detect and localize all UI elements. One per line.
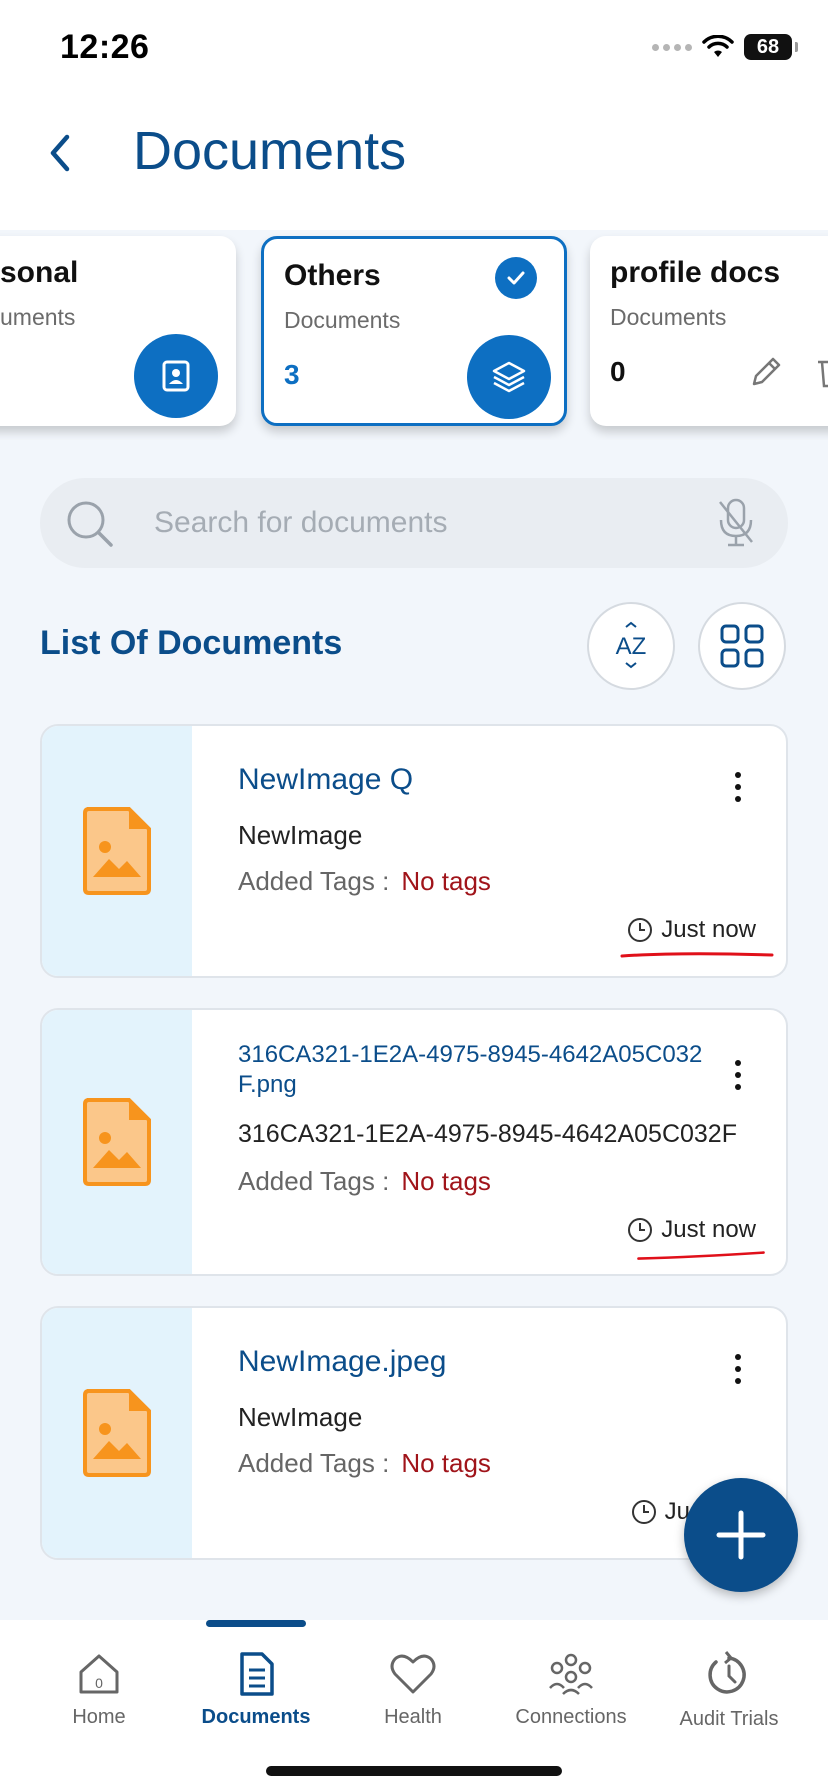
- status-time: 12:26: [60, 28, 150, 66]
- back-button[interactable]: [34, 128, 84, 178]
- tab-documents[interactable]: Documents: [181, 1650, 331, 1729]
- edit-folder-button[interactable]: [746, 352, 786, 392]
- plus-icon: [716, 1510, 766, 1560]
- image-file-icon: [83, 1389, 151, 1477]
- folder-name: Others: [284, 259, 381, 292]
- document-card[interactable]: NewImage Q NewImage Added Tags : No tags …: [40, 724, 788, 978]
- more-options-icon[interactable]: [720, 1344, 756, 1394]
- search-bar[interactable]: [40, 478, 788, 568]
- tags-label: Added Tags :: [238, 1448, 390, 1478]
- clock-icon: [631, 1500, 656, 1524]
- tab-health[interactable]: Health: [338, 1650, 488, 1729]
- folder-carousel[interactable]: sonal uments Others Documents 3 profile …: [0, 230, 828, 440]
- folder-card-others[interactable]: Others Documents 3: [261, 236, 567, 426]
- folder-subtitle: Documents: [284, 307, 401, 333]
- delete-folder-button[interactable]: [812, 352, 828, 392]
- folder-count: 3: [284, 359, 300, 390]
- document-timestamp: Ju: [631, 1498, 690, 1526]
- tab-label: Documents: [201, 1706, 311, 1728]
- folder-name: profile docs: [610, 256, 781, 289]
- svg-text:0: 0: [95, 1675, 103, 1691]
- check-icon: [495, 257, 537, 299]
- clock-icon: [628, 918, 653, 942]
- wifi-icon: [702, 35, 734, 57]
- add-document-button[interactable]: [684, 1478, 798, 1592]
- tab-home[interactable]: 0 Home: [24, 1650, 174, 1729]
- red-underline-annotation: [637, 1251, 765, 1260]
- tab-label: Audit Trials: [679, 1708, 779, 1730]
- tab-audit-trials[interactable]: Audit Trials: [654, 1650, 804, 1731]
- document-tags: Added Tags : No tags: [238, 866, 491, 897]
- folder-subtitle: uments: [0, 304, 76, 330]
- sort-az-button[interactable]: AZ: [587, 602, 675, 690]
- folder-card-personal[interactable]: sonal uments: [0, 236, 236, 426]
- svg-text:AZ: AZ: [616, 633, 647, 660]
- folder-subtitle: Documents: [610, 304, 727, 330]
- sort-az-icon: AZ: [616, 621, 647, 669]
- document-icon: [240, 1652, 274, 1696]
- document-subtitle: NewImage: [238, 1402, 363, 1432]
- folder-card-profile-docs[interactable]: profile docs Documents 0: [590, 236, 828, 426]
- clock-icon: [628, 1218, 653, 1242]
- tab-label: Connections: [515, 1706, 627, 1728]
- grid-icon: [720, 624, 764, 668]
- image-file-icon: [83, 1098, 151, 1186]
- status-indicators: 68: [652, 34, 798, 60]
- contact-card-icon: [134, 334, 218, 418]
- document-timestamp: Just now: [627, 916, 756, 944]
- document-name[interactable]: 316CA321-1E2A-4975-8945-4642A05C032F.png: [238, 1040, 718, 1100]
- cellular-signal-icon: [652, 43, 692, 51]
- list-title: List Of Documents: [40, 624, 343, 662]
- microphone-off-icon[interactable]: [714, 496, 758, 550]
- layers-icon: [467, 335, 551, 419]
- document-tags: Added Tags : No tags: [238, 1448, 491, 1479]
- document-card[interactable]: NewImage.jpeg NewImage Added Tags : No ta…: [40, 1306, 788, 1560]
- status-bar: 12:26 68: [0, 0, 828, 100]
- pencil-icon: [752, 357, 781, 386]
- document-name[interactable]: NewImage.jpeg: [238, 1346, 728, 1378]
- folder-name: sonal: [0, 256, 79, 289]
- document-name[interactable]: NewImage Q: [238, 764, 728, 796]
- document-subtitle: NewImage: [238, 820, 363, 850]
- document-subtitle: 316CA321-1E2A-4975-8945-4642A05C032F: [238, 1120, 737, 1148]
- grid-view-button[interactable]: [698, 602, 786, 690]
- app-header: Documents: [0, 100, 828, 230]
- tab-label: Home: [72, 1706, 126, 1728]
- document-thumbnail: [42, 1010, 192, 1274]
- tab-label: Health: [384, 1706, 442, 1728]
- tab-connections[interactable]: Connections: [496, 1650, 646, 1729]
- red-underline-annotation: [620, 952, 774, 958]
- timestamp-text: Just now: [661, 916, 756, 943]
- tags-value: No tags: [401, 1166, 491, 1196]
- page-title: Documents: [133, 121, 407, 181]
- document-tags: Added Tags : No tags: [238, 1166, 491, 1197]
- home-icon: 0: [79, 1654, 119, 1694]
- more-options-icon[interactable]: [720, 762, 756, 812]
- search-input[interactable]: [154, 496, 714, 550]
- connections-icon: [549, 1653, 593, 1695]
- document-thumbnail: [42, 1308, 192, 1558]
- audit-icon: [708, 1651, 746, 1694]
- folder-count: 0: [610, 356, 626, 387]
- image-file-icon: [83, 807, 151, 895]
- more-options-icon[interactable]: [720, 1050, 756, 1100]
- tags-value: No tags: [401, 866, 491, 896]
- document-thumbnail: [42, 726, 192, 976]
- document-timestamp: Just now: [627, 1216, 756, 1244]
- search-icon: [67, 501, 113, 547]
- chevron-left-icon: [50, 134, 70, 172]
- tags-label: Added Tags :: [238, 866, 390, 896]
- active-tab-indicator: [206, 1620, 306, 1627]
- timestamp-text: Just now: [661, 1216, 756, 1243]
- battery-icon: 68: [744, 34, 798, 60]
- home-indicator: [266, 1766, 562, 1776]
- heart-icon: [390, 1654, 436, 1694]
- tags-label: Added Tags :: [238, 1166, 390, 1196]
- document-card[interactable]: 316CA321-1E2A-4975-8945-4642A05C032F.png…: [40, 1008, 788, 1276]
- tags-value: No tags: [401, 1448, 491, 1478]
- trash-icon: [818, 360, 828, 388]
